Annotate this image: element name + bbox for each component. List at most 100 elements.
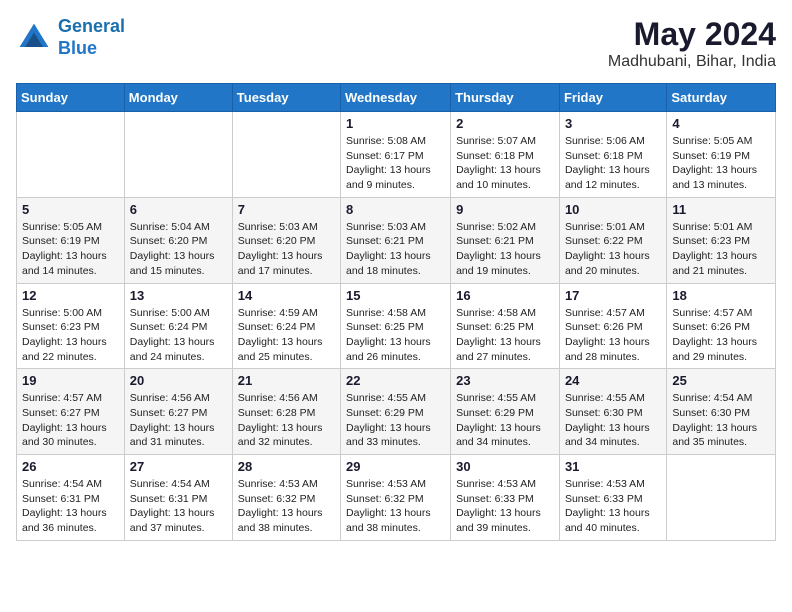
calendar-title: May 2024 [608, 16, 776, 53]
calendar-cell: 2 Sunrise: 5:07 AM Sunset: 6:18 PM Daylig… [451, 112, 560, 198]
day-info: Sunrise: 5:07 AM Sunset: 6:18 PM Dayligh… [456, 134, 554, 193]
day-number: 25 [672, 373, 770, 388]
day-number: 15 [346, 288, 445, 303]
day-info: Sunrise: 4:55 AM Sunset: 6:29 PM Dayligh… [456, 391, 554, 450]
day-info: Sunrise: 5:00 AM Sunset: 6:23 PM Dayligh… [22, 306, 119, 365]
day-info: Sunrise: 4:57 AM Sunset: 6:27 PM Dayligh… [22, 391, 119, 450]
day-number: 24 [565, 373, 661, 388]
calendar-cell: 6 Sunrise: 5:04 AM Sunset: 6:20 PM Daylig… [124, 197, 232, 283]
calendar-week-4: 19 Sunrise: 4:57 AM Sunset: 6:27 PM Dayli… [17, 369, 776, 455]
calendar-cell: 22Sunrise: 4:55 AM Sunset: 6:29 PM Dayli… [341, 369, 451, 455]
title-block: May 2024 Madhubani, Bihar, India [608, 16, 776, 71]
calendar-cell [232, 112, 340, 198]
day-number: 11 [672, 202, 770, 217]
day-number: 26 [22, 459, 119, 474]
calendar-cell: 21Sunrise: 4:56 AM Sunset: 6:28 PM Dayli… [232, 369, 340, 455]
calendar-cell: 26 Sunrise: 4:54 AM Sunset: 6:31 PM Dayli… [17, 455, 125, 541]
day-number: 18 [672, 288, 770, 303]
day-info: Sunrise: 4:57 AM Sunset: 6:26 PM Dayligh… [565, 306, 661, 365]
day-number: 16 [456, 288, 554, 303]
day-info: Sunrise: 4:54 AM Sunset: 6:30 PM Dayligh… [672, 391, 770, 450]
calendar-cell: 4Sunrise: 5:05 AM Sunset: 6:19 PM Daylig… [667, 112, 776, 198]
header-wednesday: Wednesday [341, 84, 451, 112]
calendar-cell [124, 112, 232, 198]
calendar-cell: 24Sunrise: 4:55 AM Sunset: 6:30 PM Dayli… [559, 369, 666, 455]
day-info: Sunrise: 5:03 AM Sunset: 6:20 PM Dayligh… [238, 220, 335, 279]
day-number: 8 [346, 202, 445, 217]
day-number: 20 [130, 373, 227, 388]
day-info: Sunrise: 4:55 AM Sunset: 6:29 PM Dayligh… [346, 391, 445, 450]
calendar-cell: 20 Sunrise: 4:56 AM Sunset: 6:27 PM Dayli… [124, 369, 232, 455]
day-info: Sunrise: 4:54 AM Sunset: 6:31 PM Dayligh… [130, 477, 227, 536]
day-info: Sunrise: 5:06 AM Sunset: 6:18 PM Dayligh… [565, 134, 661, 193]
day-number: 23 [456, 373, 554, 388]
day-info: Sunrise: 4:58 AM Sunset: 6:25 PM Dayligh… [346, 306, 445, 365]
logo-icon [16, 20, 52, 56]
day-number: 28 [238, 459, 335, 474]
day-number: 17 [565, 288, 661, 303]
day-number: 6 [130, 202, 227, 217]
header-friday: Friday [559, 84, 666, 112]
calendar-cell: 8 Sunrise: 5:03 AM Sunset: 6:21 PM Daylig… [341, 197, 451, 283]
calendar-cell: 11 Sunrise: 5:01 AM Sunset: 6:23 PM Dayli… [667, 197, 776, 283]
day-info: Sunrise: 4:53 AM Sunset: 6:33 PM Dayligh… [456, 477, 554, 536]
day-info: Sunrise: 5:01 AM Sunset: 6:23 PM Dayligh… [672, 220, 770, 279]
day-number: 27 [130, 459, 227, 474]
calendar-cell: 23 Sunrise: 4:55 AM Sunset: 6:29 PM Dayli… [451, 369, 560, 455]
day-info: Sunrise: 5:05 AM Sunset: 6:19 PM Dayligh… [672, 134, 770, 193]
calendar-cell: 31Sunrise: 4:53 AM Sunset: 6:33 PM Dayli… [559, 455, 666, 541]
calendar-week-2: 5Sunrise: 5:05 AM Sunset: 6:19 PM Daylig… [17, 197, 776, 283]
day-info: Sunrise: 4:56 AM Sunset: 6:27 PM Dayligh… [130, 391, 227, 450]
day-info: Sunrise: 5:00 AM Sunset: 6:24 PM Dayligh… [130, 306, 227, 365]
day-info: Sunrise: 4:53 AM Sunset: 6:32 PM Dayligh… [238, 477, 335, 536]
calendar-cell: 29Sunrise: 4:53 AM Sunset: 6:32 PM Dayli… [341, 455, 451, 541]
day-info: Sunrise: 4:58 AM Sunset: 6:25 PM Dayligh… [456, 306, 554, 365]
calendar-cell: 27 Sunrise: 4:54 AM Sunset: 6:31 PM Dayli… [124, 455, 232, 541]
day-info: Sunrise: 5:03 AM Sunset: 6:21 PM Dayligh… [346, 220, 445, 279]
page-header: General Blue May 2024 Madhubani, Bihar, … [16, 16, 776, 71]
day-info: Sunrise: 5:04 AM Sunset: 6:20 PM Dayligh… [130, 220, 227, 279]
logo-blue: Blue [58, 38, 97, 58]
calendar-cell: 25 Sunrise: 4:54 AM Sunset: 6:30 PM Dayli… [667, 369, 776, 455]
header-tuesday: Tuesday [232, 84, 340, 112]
day-number: 31 [565, 459, 661, 474]
calendar-subtitle: Madhubani, Bihar, India [608, 53, 776, 71]
day-number: 2 [456, 116, 554, 131]
day-number: 29 [346, 459, 445, 474]
day-info: Sunrise: 4:56 AM Sunset: 6:28 PM Dayligh… [238, 391, 335, 450]
header-sunday: Sunday [17, 84, 125, 112]
calendar-week-1: 1 Sunrise: 5:08 AM Sunset: 6:17 PM Daylig… [17, 112, 776, 198]
day-number: 1 [346, 116, 445, 131]
calendar-cell [667, 455, 776, 541]
calendar-cell: 9 Sunrise: 5:02 AM Sunset: 6:21 PM Daylig… [451, 197, 560, 283]
day-info: Sunrise: 4:54 AM Sunset: 6:31 PM Dayligh… [22, 477, 119, 536]
day-number: 30 [456, 459, 554, 474]
day-number: 12 [22, 288, 119, 303]
calendar-week-3: 12 Sunrise: 5:00 AM Sunset: 6:23 PM Dayli… [17, 283, 776, 369]
day-number: 13 [130, 288, 227, 303]
calendar-cell: 18 Sunrise: 4:57 AM Sunset: 6:26 PM Dayli… [667, 283, 776, 369]
header-monday: Monday [124, 84, 232, 112]
day-number: 7 [238, 202, 335, 217]
day-info: Sunrise: 4:59 AM Sunset: 6:24 PM Dayligh… [238, 306, 335, 365]
calendar-cell: 14 Sunrise: 4:59 AM Sunset: 6:24 PM Dayli… [232, 283, 340, 369]
day-info: Sunrise: 4:57 AM Sunset: 6:26 PM Dayligh… [672, 306, 770, 365]
calendar-cell: 3 Sunrise: 5:06 AM Sunset: 6:18 PM Daylig… [559, 112, 666, 198]
day-number: 3 [565, 116, 661, 131]
calendar-cell: 17 Sunrise: 4:57 AM Sunset: 6:26 PM Dayli… [559, 283, 666, 369]
logo: General Blue [16, 16, 125, 59]
day-info: Sunrise: 5:01 AM Sunset: 6:22 PM Dayligh… [565, 220, 661, 279]
calendar-cell: 5Sunrise: 5:05 AM Sunset: 6:19 PM Daylig… [17, 197, 125, 283]
logo-text: General Blue [58, 16, 125, 59]
day-info: Sunrise: 5:08 AM Sunset: 6:17 PM Dayligh… [346, 134, 445, 193]
day-info: Sunrise: 5:02 AM Sunset: 6:21 PM Dayligh… [456, 220, 554, 279]
day-number: 14 [238, 288, 335, 303]
calendar-cell: 15 Sunrise: 4:58 AM Sunset: 6:25 PM Dayli… [341, 283, 451, 369]
day-number: 19 [22, 373, 119, 388]
calendar-cell: 30 Sunrise: 4:53 AM Sunset: 6:33 PM Dayli… [451, 455, 560, 541]
day-number: 5 [22, 202, 119, 217]
day-number: 9 [456, 202, 554, 217]
logo-general: General [58, 16, 125, 36]
calendar-cell: 7 Sunrise: 5:03 AM Sunset: 6:20 PM Daylig… [232, 197, 340, 283]
calendar-cell: 10Sunrise: 5:01 AM Sunset: 6:22 PM Dayli… [559, 197, 666, 283]
